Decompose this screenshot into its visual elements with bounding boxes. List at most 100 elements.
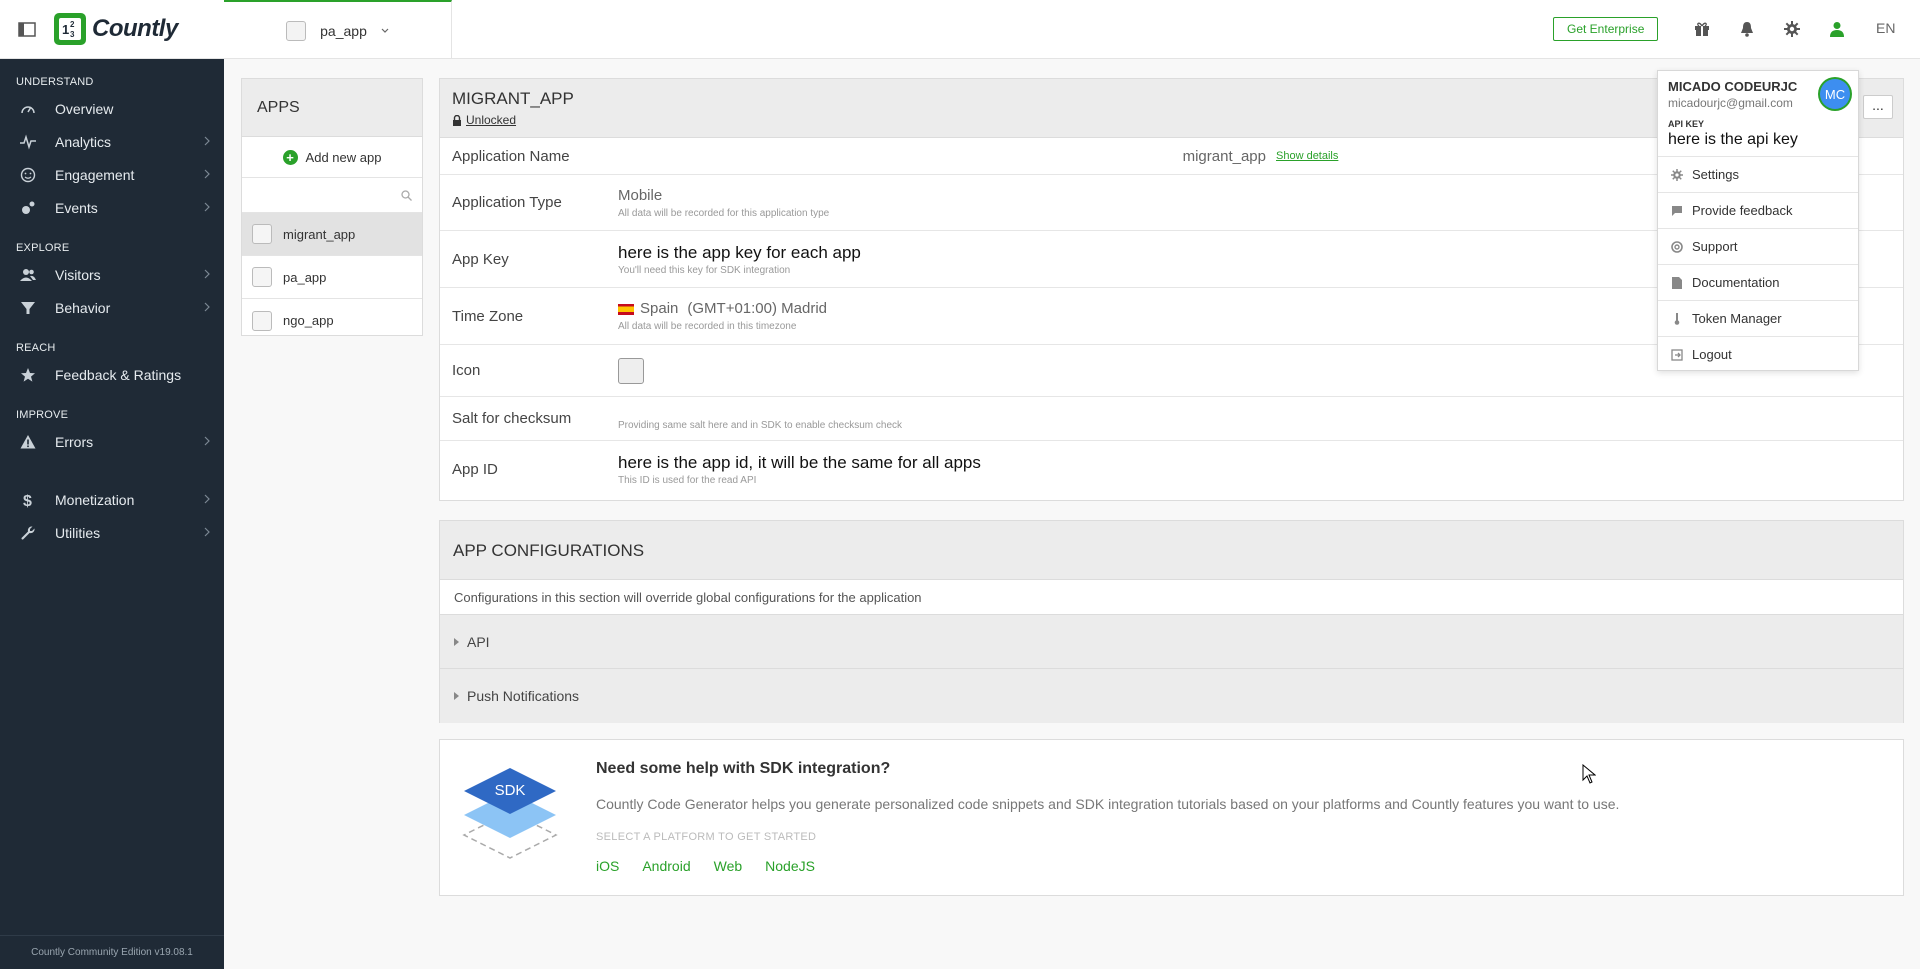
- sdk-help-description: Countly Code Generator helps you generat…: [596, 796, 1620, 812]
- user-icon[interactable]: [1827, 19, 1847, 39]
- sdk-platform-ios-link[interactable]: iOS: [596, 858, 619, 874]
- sidebar-item-label: Behavior: [55, 299, 111, 316]
- logout-icon: [1670, 348, 1684, 361]
- config-section-api[interactable]: API: [440, 615, 1903, 669]
- sidebar-item-analytics[interactable]: Analytics: [0, 125, 224, 158]
- config-section-label: API: [467, 633, 490, 650]
- sidebar-item-feedback-ratings[interactable]: Feedback & Ratings: [0, 358, 224, 391]
- smile-icon: [20, 167, 36, 183]
- config-section-push-notifications[interactable]: Push Notifications: [440, 669, 1903, 723]
- sdk-platform-android-link[interactable]: Android: [642, 858, 690, 874]
- svg-text:$: $: [23, 493, 32, 508]
- spain-flag-icon: [618, 303, 634, 315]
- sidebar-item-events[interactable]: Events: [0, 191, 224, 224]
- sidebar-item-engagement[interactable]: Engagement: [0, 158, 224, 191]
- version-footer: Countly Community Edition v19.08.1: [0, 935, 224, 969]
- sidebar-toggle-icon[interactable]: [18, 21, 36, 37]
- app-configurations-title: APP CONFIGURATIONS: [440, 521, 1903, 580]
- user-menu-provide-feedback[interactable]: Provide feedback: [1658, 192, 1858, 228]
- gear-icon: [1670, 168, 1684, 181]
- nav-section-improve: IMPROVE: [16, 409, 69, 421]
- sidebar-item-overview[interactable]: Overview: [0, 92, 224, 125]
- detail-row-salt: Salt for checksum Providing same salt he…: [440, 397, 1903, 441]
- sidebar-item-label: Visitors: [55, 266, 101, 283]
- document-icon: [1670, 276, 1684, 289]
- sidebar-item-behavior[interactable]: Behavior: [0, 291, 224, 324]
- sdk-select-platform-label: SELECT A PLATFORM TO GET STARTED: [596, 831, 817, 843]
- chevron-right-icon: [204, 302, 210, 312]
- language-selector[interactable]: EN: [1876, 20, 1895, 36]
- app-icon-upload[interactable]: [618, 357, 644, 384]
- gear-icon[interactable]: [1782, 19, 1802, 39]
- user-menu-token-manager[interactable]: Token Manager: [1658, 300, 1858, 336]
- chevron-right-icon: [204, 494, 210, 504]
- sidebar-item-errors[interactable]: Errors: [0, 425, 224, 458]
- chevron-right-icon: [204, 136, 210, 146]
- api-key-label: API KEY: [1668, 119, 1705, 129]
- sidebar-item-monetization[interactable]: $ Monetization: [0, 483, 224, 516]
- sidebar-item-visitors[interactable]: Visitors: [0, 258, 224, 291]
- sidebar-item-label: Errors: [55, 433, 94, 450]
- dollar-icon: $: [20, 492, 36, 508]
- detail-label: Application Name: [452, 147, 570, 165]
- events-icon: [20, 200, 36, 216]
- sidebar: 123 Countly UNDERSTAND Overview Analytic…: [0, 0, 224, 969]
- more-options-button[interactable]: ...: [1863, 95, 1893, 119]
- user-dropdown-menu: MICADO CODEURJC micadourjc@gmail.com MC …: [1657, 70, 1859, 371]
- add-new-app-label: Add new app: [305, 149, 382, 165]
- chevron-down-icon: [381, 28, 389, 34]
- plus-icon: +: [282, 149, 298, 165]
- app-name-value: migrant_app: [1182, 147, 1266, 165]
- detail-label: Icon: [452, 362, 481, 379]
- lock-status-label: Unlocked: [466, 113, 517, 127]
- brand-name: Countly: [92, 15, 178, 42]
- app-list-item[interactable]: pa_app: [242, 256, 422, 299]
- salt-hint: Providing same salt here and in SDK to e…: [618, 420, 903, 431]
- sidebar-item-utilities[interactable]: Utilities: [0, 516, 224, 549]
- app-configurations-description: Configurations in this section will over…: [440, 580, 1903, 615]
- add-new-app-button[interactable]: + Add new app: [242, 137, 422, 178]
- countly-logo-icon: 123: [54, 13, 86, 45]
- chevron-right-icon: [204, 436, 210, 446]
- nav-section-explore: EXPLORE: [16, 242, 70, 254]
- bell-icon[interactable]: [1737, 19, 1757, 39]
- api-key-value: here is the api key: [1668, 131, 1798, 148]
- user-menu-settings[interactable]: Settings: [1658, 156, 1858, 192]
- wrench-icon: [20, 525, 36, 541]
- user-name: MICADO CODEURJC: [1668, 79, 1798, 94]
- sdk-badge-label: SDK: [495, 782, 526, 799]
- gift-icon[interactable]: [1692, 19, 1712, 39]
- user-menu-support[interactable]: Support: [1658, 228, 1858, 264]
- nav-section-reach: REACH: [16, 342, 56, 354]
- app-icon: [252, 267, 272, 287]
- user-menu-item-label: Logout: [1692, 347, 1732, 362]
- comment-icon: [1670, 205, 1684, 217]
- app-selector[interactable]: pa_app: [224, 0, 452, 59]
- app-configurations-panel: APP CONFIGURATIONS Configurations in thi…: [439, 520, 1904, 723]
- app-search-input[interactable]: [242, 178, 422, 212]
- funnel-icon: [20, 300, 36, 316]
- app-search: [242, 178, 422, 213]
- show-details-link[interactable]: Show details: [1276, 150, 1338, 162]
- sidebar-item-label: Monetization: [55, 491, 135, 508]
- get-enterprise-button[interactable]: Get Enterprise: [1553, 17, 1659, 41]
- detail-label: Salt for checksum: [452, 410, 572, 427]
- user-menu-documentation[interactable]: Documentation: [1658, 264, 1858, 300]
- user-menu-item-label: Documentation: [1692, 275, 1780, 290]
- apps-panel: APPS + Add new app migrant_app pa_app ng…: [241, 78, 423, 336]
- warning-icon: [20, 434, 36, 450]
- sdk-platform-nodejs-link[interactable]: NodeJS: [765, 858, 815, 874]
- detail-label: Time Zone: [452, 307, 524, 325]
- sdk-platform-web-link[interactable]: Web: [714, 858, 743, 874]
- user-menu-item-label: Settings: [1692, 167, 1739, 182]
- config-section-label: Push Notifications: [467, 688, 580, 704]
- lifebuoy-icon: [1670, 240, 1684, 253]
- user-menu-logout[interactable]: Logout: [1658, 336, 1858, 372]
- star-icon: [20, 367, 36, 383]
- sidebar-item-label: Engagement: [55, 166, 135, 183]
- sidebar-item-label: Events: [55, 199, 98, 216]
- app-list-item[interactable]: ngo_app: [242, 299, 422, 342]
- chevron-right-icon: [204, 527, 210, 537]
- app-list-item[interactable]: migrant_app: [242, 213, 422, 256]
- chevron-right-icon: [204, 269, 210, 279]
